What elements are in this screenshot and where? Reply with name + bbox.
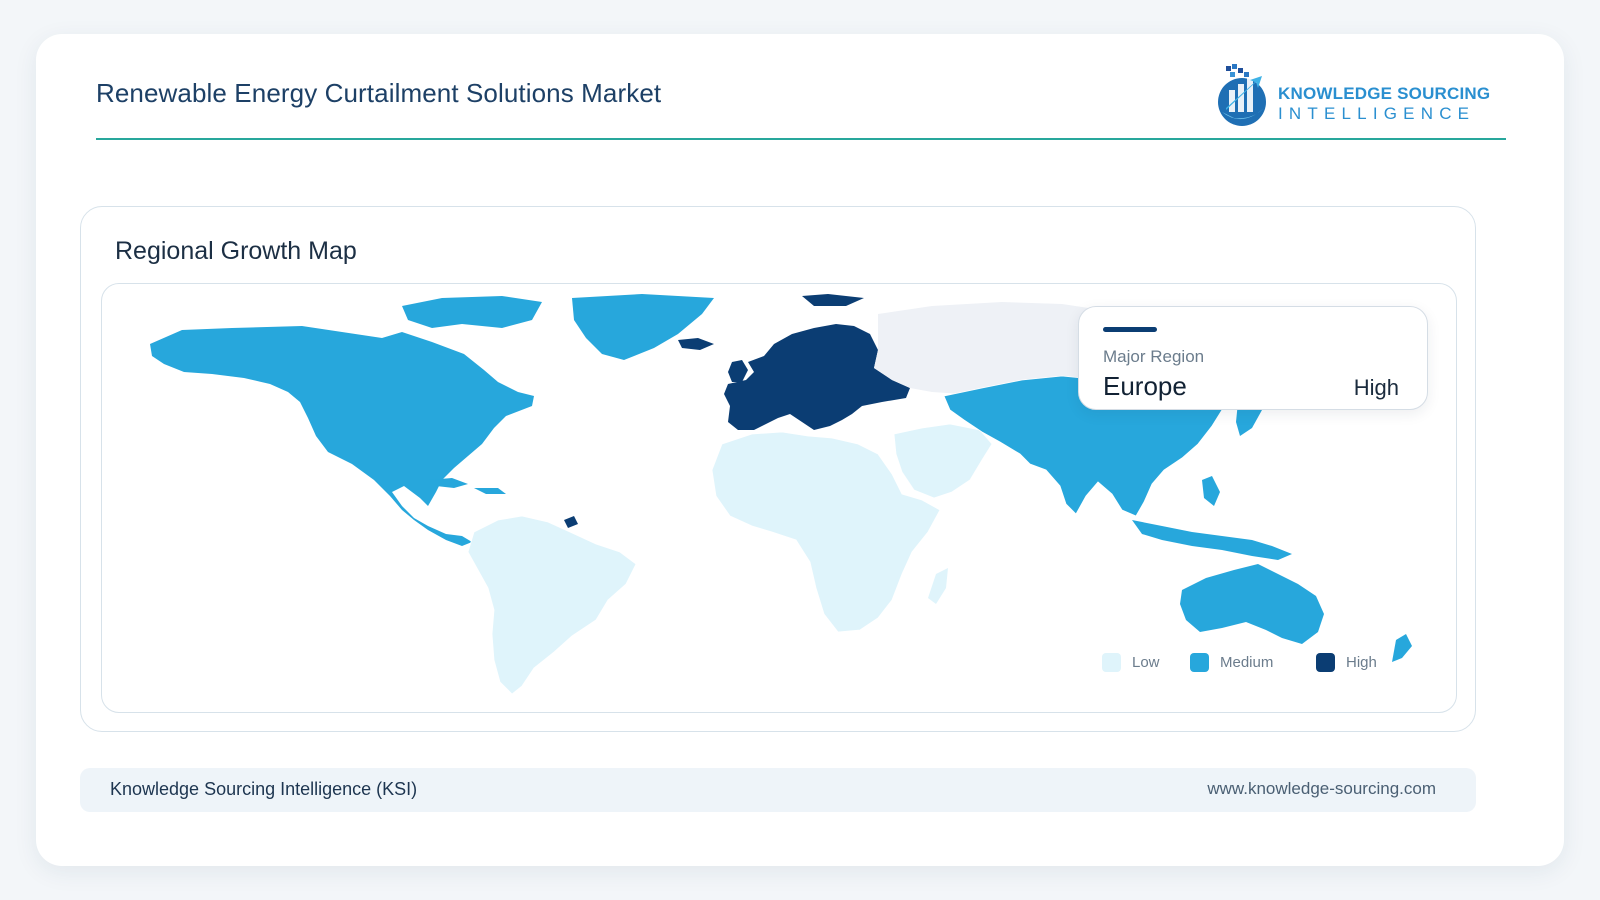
legend-swatch-high (1316, 653, 1335, 672)
report-card: Renewable Energy Curtailment Solutions M… (36, 34, 1564, 866)
region-australia (1180, 564, 1324, 644)
footer-bar: Knowledge Sourcing Intelligence (KSI) ww… (80, 768, 1476, 812)
ksi-logo: KNOWLEDGE SOURCING INTELLIGENCE (1212, 60, 1490, 130)
legend-label-high: High (1346, 654, 1377, 671)
legend-label-low: Low (1132, 654, 1160, 671)
region-southeast-asia (1132, 520, 1292, 560)
region-iceland (678, 338, 714, 350)
logo-text-primary: KNOWLEDGE SOURCING (1278, 84, 1491, 103)
region-philippines (1202, 476, 1220, 506)
legend-swatch-low (1102, 653, 1121, 672)
tooltip-region: Europe (1103, 371, 1187, 401)
region-caribbean (428, 478, 506, 494)
region-middle-east (893, 423, 993, 499)
region-greenland (572, 294, 714, 360)
region-south-america (467, 515, 637, 695)
map-panel: Regional Growth Map Major Region Europe … (80, 206, 1476, 732)
logo-text-secondary: INTELLIGENCE (1278, 104, 1476, 123)
header-divider (96, 138, 1506, 140)
region-uk (728, 360, 748, 382)
panel-title: Regional Growth Map (115, 237, 357, 265)
region-tooltip: Major Region Europe High (1078, 306, 1428, 410)
tooltip-color-bar (1103, 327, 1157, 332)
region-french-guiana (564, 516, 578, 528)
legend-swatch-medium (1190, 653, 1209, 672)
tooltip-label: Major Region (1103, 347, 1205, 366)
footer-website-link[interactable]: www.knowledge-sourcing.com (1207, 779, 1436, 799)
legend-label-medium: Medium (1220, 654, 1274, 671)
tooltip-level: High (1353, 375, 1399, 400)
world-map[interactable]: Major Region Europe High Low Medium High (101, 283, 1457, 713)
region-north-america (150, 326, 534, 546)
page-title: Renewable Energy Curtailment Solutions M… (96, 78, 662, 108)
region-new-zealand (1392, 634, 1412, 662)
region-arctic-islands (402, 296, 542, 328)
region-svalbard (802, 294, 864, 306)
footer-company: Knowledge Sourcing Intelligence (KSI) (110, 779, 418, 799)
region-madagascar (928, 568, 948, 604)
logo-globe-icon (1218, 64, 1266, 126)
